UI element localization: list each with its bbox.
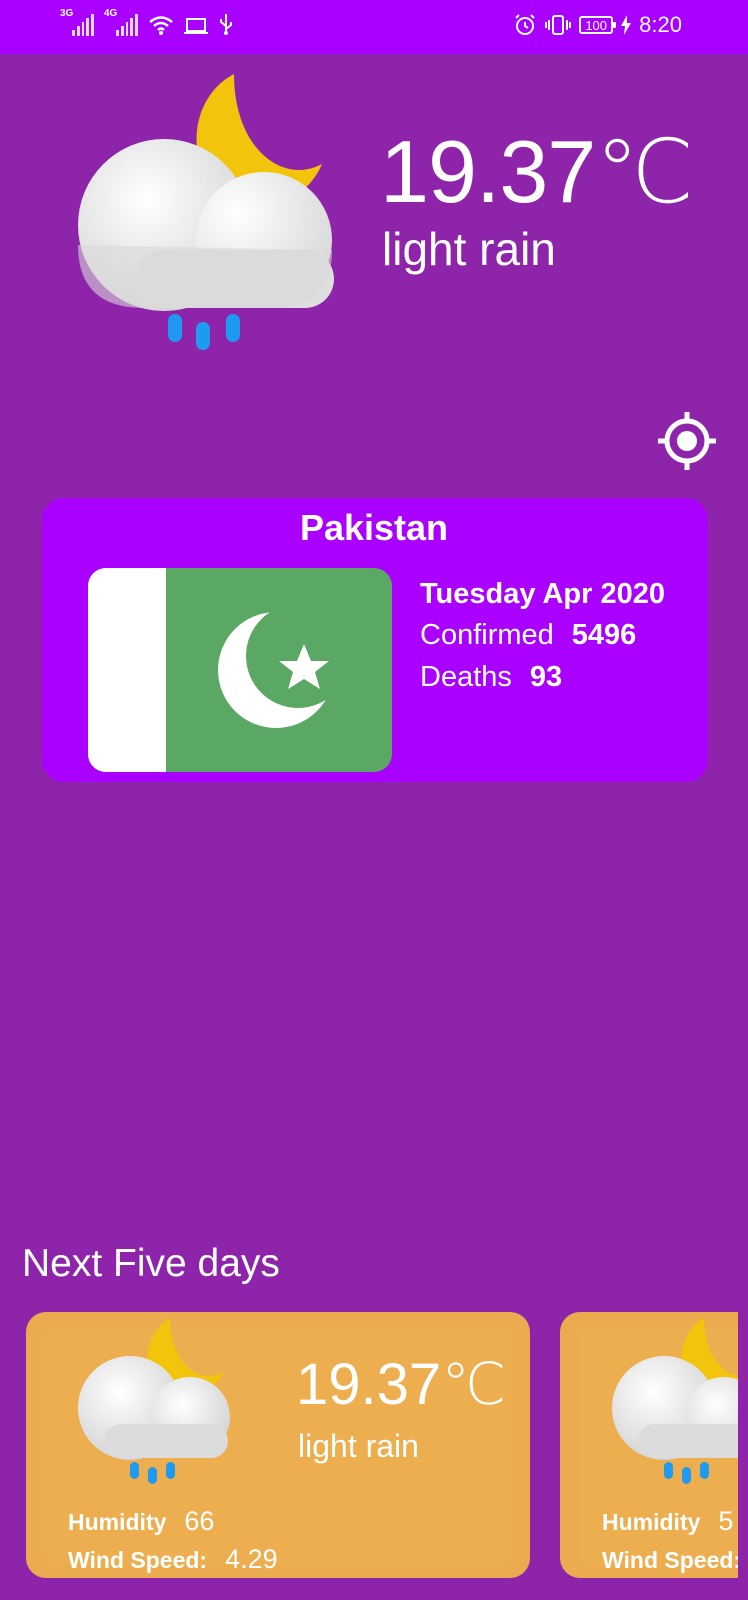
sim2-network-type: 4G — [104, 8, 118, 19]
wind-label: Wind Speed: — [602, 1547, 738, 1573]
humidity-row: Humidity 66 — [68, 1506, 214, 1537]
current-temperature: 19.37℃ — [380, 122, 694, 221]
wifi-icon — [148, 14, 174, 36]
battery-level: 100 — [585, 17, 608, 33]
humidity-label: Humidity — [68, 1509, 167, 1535]
sim2-signal-icon: 4G — [104, 8, 138, 36]
wind-row: Wind Speed: 4.29 — [68, 1544, 278, 1575]
current-description: light rain — [382, 223, 556, 275]
covid-stats: Tuesday Apr 2020 Confirmed 5496 Deaths 93 — [420, 574, 665, 698]
locate-icon[interactable] — [656, 410, 718, 472]
humidity-label: Humidity — [602, 1509, 701, 1535]
pakistan-flag-icon — [88, 568, 392, 772]
stats-date: Tuesday Apr 2020 — [420, 578, 665, 610]
charging-icon — [621, 15, 632, 35]
forecast-title: Next Five days — [22, 1242, 280, 1285]
laptop-icon — [184, 16, 208, 36]
battery-icon: 100 — [579, 16, 617, 34]
deaths-value: 93 — [529, 661, 563, 693]
sim1-signal-icon: 3G — [60, 8, 94, 36]
wind-label: Wind Speed: — [68, 1547, 208, 1573]
humidity-value: 66 — [184, 1506, 215, 1536]
clock: 8:20 — [639, 12, 682, 37]
deaths-label: Deaths — [420, 661, 512, 693]
status-bar: 3G 4G 100 8:20 — [0, 0, 748, 54]
cloud-moon-rain-icon — [74, 1316, 236, 1492]
forecast-card[interactable]: Humidity 5 Wind Speed: — [560, 1312, 738, 1578]
alarm-icon — [513, 13, 537, 37]
forecast-temperature: 19.37℃ — [296, 1352, 507, 1417]
app-screen: 3G 4G 100 8:20 19.37℃ light rain Pakista… — [0, 0, 748, 1600]
country-name: Pakistan — [299, 507, 449, 548]
humidity-row: Humidity 5 — [602, 1506, 733, 1537]
deaths-row: Deaths 93 — [420, 656, 665, 698]
cloud-moon-rain-icon — [74, 70, 344, 360]
forecast-description: light rain — [298, 1428, 419, 1464]
humidity-value: 5 — [718, 1506, 734, 1536]
confirmed-value: 5496 — [571, 619, 637, 651]
vibrate-icon — [545, 13, 572, 37]
confirmed-label: Confirmed — [420, 619, 554, 651]
forecast-card[interactable]: 19.37℃ light rain Humidity 66 Wind Speed:… — [26, 1312, 530, 1578]
cloud-moon-rain-icon — [608, 1316, 738, 1492]
confirmed-row: Confirmed 5496 — [420, 614, 665, 656]
sim1-network-type: 3G — [60, 8, 74, 19]
usb-icon — [218, 12, 234, 36]
wind-row: Wind Speed: — [602, 1544, 738, 1575]
wind-value: 4.29 — [225, 1544, 278, 1574]
